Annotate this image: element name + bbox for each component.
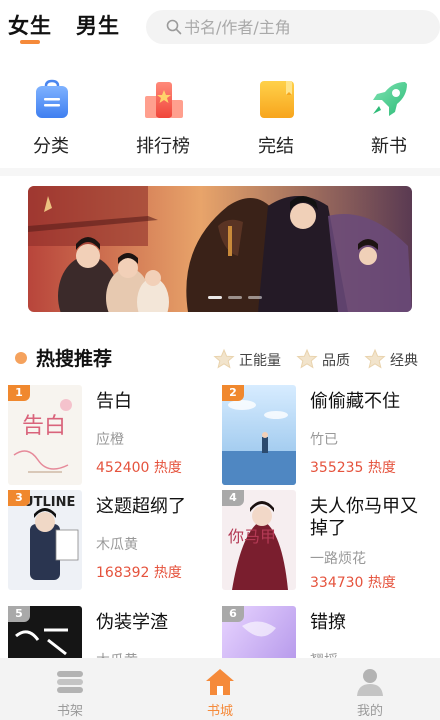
book-heat: 334730 热度	[310, 575, 396, 591]
section-dot	[15, 352, 27, 364]
tab-male[interactable]: 男生	[76, 10, 120, 40]
nav-label: 我的	[356, 704, 383, 719]
filter-label: 正能量	[239, 353, 281, 369]
book-title: 夫人你马甲又掉了	[310, 496, 418, 539]
nav-profile[interactable]: 我的	[330, 662, 410, 720]
finished-book-icon	[260, 81, 294, 118]
rank-badge: 1	[8, 385, 30, 401]
search-input[interactable]	[184, 15, 424, 39]
book-author: 应橙	[96, 432, 124, 448]
cover-title: 你马甲	[228, 527, 276, 546]
ranking-podium-icon	[145, 82, 183, 118]
top-header: 女生 男生	[0, 0, 440, 56]
shortcut-label: 分类	[33, 136, 69, 157]
book-item[interactable]: 告白 1 告白 应橙 452400 热度	[8, 385, 218, 485]
book-title: 伪装学渣	[96, 612, 168, 633]
book-item[interactable]: 2 偷偷藏不住 竹已 355235 热度	[222, 385, 432, 485]
book-title: 这题超纲了	[96, 496, 186, 517]
shortcut-finished[interactable]: 完结	[230, 72, 322, 164]
book-item[interactable]: 你马甲 4 夫人你马甲又掉了 一路烦花 334730 热度	[222, 490, 432, 591]
bookshelf-icon	[57, 671, 83, 693]
star-icon	[213, 348, 235, 369]
rank-badge: 6	[222, 606, 244, 622]
rank-badge: 5	[8, 606, 30, 622]
category-bag-icon	[36, 79, 68, 118]
search-icon	[166, 19, 182, 35]
hot-search-header: 热搜推荐 正能量 品质 经典	[0, 340, 440, 376]
book-title: 偷偷藏不住	[310, 391, 400, 412]
shortcut-label: 完结	[258, 136, 294, 157]
promo-banner[interactable]	[28, 186, 412, 312]
star-icon	[364, 348, 386, 369]
nav-bookshelf[interactable]: 书架	[30, 662, 110, 720]
tab-female[interactable]: 女生	[8, 10, 52, 40]
book-author: 竹已	[310, 432, 338, 448]
book-title: 错撩	[310, 612, 346, 633]
nav-label: 书城	[206, 704, 233, 719]
nav-bookstore[interactable]: 书城	[180, 662, 260, 720]
filter-label: 品质	[322, 353, 350, 369]
shortcut-label: 排行榜	[136, 136, 190, 157]
book-heat: 168392 热度	[96, 565, 182, 581]
book-item[interactable]: OUTLINE 3 这题超纲了 木瓜黄 168392 热度	[8, 490, 218, 590]
active-tab-indicator	[20, 40, 40, 44]
book-heat: 355235 热度	[310, 460, 396, 476]
cover-title: 告白	[22, 414, 66, 439]
shortcut-label: 新书	[371, 136, 407, 157]
new-book-rocket-icon	[373, 82, 407, 116]
banner-illustration	[28, 186, 412, 312]
book-author: 一路烦花	[310, 551, 366, 567]
home-icon	[206, 669, 234, 695]
rank-badge: 4	[222, 490, 244, 506]
book-title: 告白	[96, 391, 132, 412]
banner-pagination	[208, 296, 268, 302]
section-title: 热搜推荐	[36, 348, 113, 370]
search-bar[interactable]	[146, 10, 440, 44]
star-icon	[296, 348, 318, 369]
rank-badge: 2	[222, 385, 244, 401]
rank-badge: 3	[8, 490, 30, 506]
shortcut-new-books[interactable]: 新书	[343, 72, 435, 164]
filter-label: 经典	[390, 353, 418, 369]
shortcut-ranking[interactable]: 排行榜	[117, 72, 209, 164]
profile-icon	[357, 669, 383, 696]
bottom-navigation: 书架 书城 我的	[0, 658, 440, 720]
book-author: 木瓜黄	[96, 537, 138, 553]
shortcut-category[interactable]: 分类	[5, 72, 97, 164]
nav-label: 书架	[56, 704, 83, 719]
book-heat: 452400 热度	[96, 460, 182, 476]
category-shortcuts: 分类 排行榜 完结 新书	[0, 72, 440, 164]
section-divider	[0, 168, 440, 176]
